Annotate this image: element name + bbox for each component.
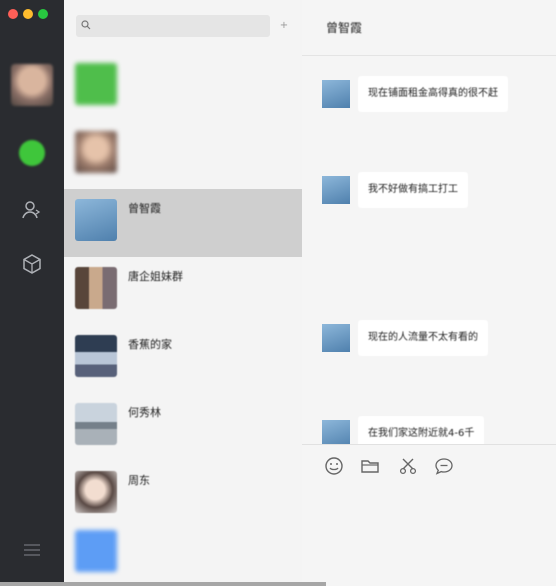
message-bubble[interactable]: 在我们家这附近就4-6千 (358, 416, 485, 444)
conversation-avatar (75, 403, 117, 445)
conversation-avatar (75, 267, 117, 309)
message-avatar[interactable] (322, 80, 350, 108)
chat-bubble-icon[interactable] (434, 456, 454, 476)
conversation-list: + 曾智霞 唐企姐妹群 香蕉的家 何秀林 周东 (64, 0, 302, 586)
chat-header: 曾智霞 (302, 0, 556, 56)
message-avatar[interactable] (322, 420, 350, 444)
conversation-item[interactable] (64, 53, 302, 121)
conversation-avatar (75, 63, 117, 105)
avatar[interactable] (11, 64, 53, 106)
chat-title: 曾智霞 (326, 21, 363, 35)
conversation-name: 曾智霞 (128, 202, 161, 215)
conversation-avatar (75, 199, 117, 241)
message-bubble[interactable]: 现在铺面租金高得真的很不赶 (358, 76, 508, 112)
scissors-icon[interactable] (398, 456, 418, 476)
search-input[interactable] (96, 17, 266, 35)
search-bar[interactable] (76, 15, 270, 37)
conversation-item-selected[interactable]: 曾智霞 (64, 189, 302, 257)
conversation-name: 何秀林 (128, 406, 161, 419)
conversation-name: 香蕉的家 (128, 338, 172, 351)
emoji-icon[interactable] (324, 456, 344, 476)
conversation-avatar (75, 530, 117, 572)
horizontal-scrollbar[interactable] (0, 582, 326, 586)
conversation-item[interactable]: 香蕉的家 (64, 325, 302, 393)
conversation-item[interactable]: 唐企姐妹群 (64, 257, 302, 325)
message: 在我们家这附近就4-6千 (322, 416, 552, 444)
contacts-icon[interactable] (20, 198, 44, 222)
chat-icon[interactable] (19, 140, 45, 166)
close-window-button[interactable] (8, 9, 18, 19)
message-input-area[interactable] (302, 484, 556, 586)
sidebar-rail (0, 0, 64, 586)
chat-panel: 曾智霞 现在铺面租金高得真的很不赶 我不好做有搞工打工 现在的人流量不太有看的 … (302, 0, 556, 586)
message: 现在铺面租金高得真的很不赶 (322, 76, 552, 112)
message-bubble[interactable]: 我不好做有搞工打工 (358, 172, 468, 208)
conversation-item[interactable]: 何秀林 (64, 393, 302, 461)
add-button[interactable]: + (276, 18, 292, 34)
window-controls (8, 9, 48, 19)
conversation-avatar (75, 131, 117, 173)
conversation-name: 唐企姐妹群 (128, 270, 183, 283)
search-icon (81, 20, 91, 30)
conversation-avatar (75, 471, 117, 513)
conversation-item[interactable] (64, 121, 302, 189)
conversation-item[interactable]: 周东 (64, 461, 302, 529)
zoom-window-button[interactable] (38, 9, 48, 19)
message-bubble[interactable]: 现在的人流量不太有看的 (358, 320, 488, 356)
conversation-name: 周东 (128, 474, 150, 487)
conversation-avatar (75, 335, 117, 377)
conversation-item[interactable] (64, 520, 302, 588)
message-avatar[interactable] (322, 176, 350, 204)
menu-icon[interactable] (22, 540, 42, 560)
message: 我不好做有搞工打工 (322, 172, 552, 208)
message-avatar[interactable] (322, 324, 350, 352)
favorites-icon[interactable] (20, 252, 44, 276)
folder-icon[interactable] (360, 456, 380, 476)
minimize-window-button[interactable] (23, 9, 33, 19)
composer-divider (302, 444, 556, 445)
message: 现在的人流量不太有看的 (322, 320, 552, 356)
